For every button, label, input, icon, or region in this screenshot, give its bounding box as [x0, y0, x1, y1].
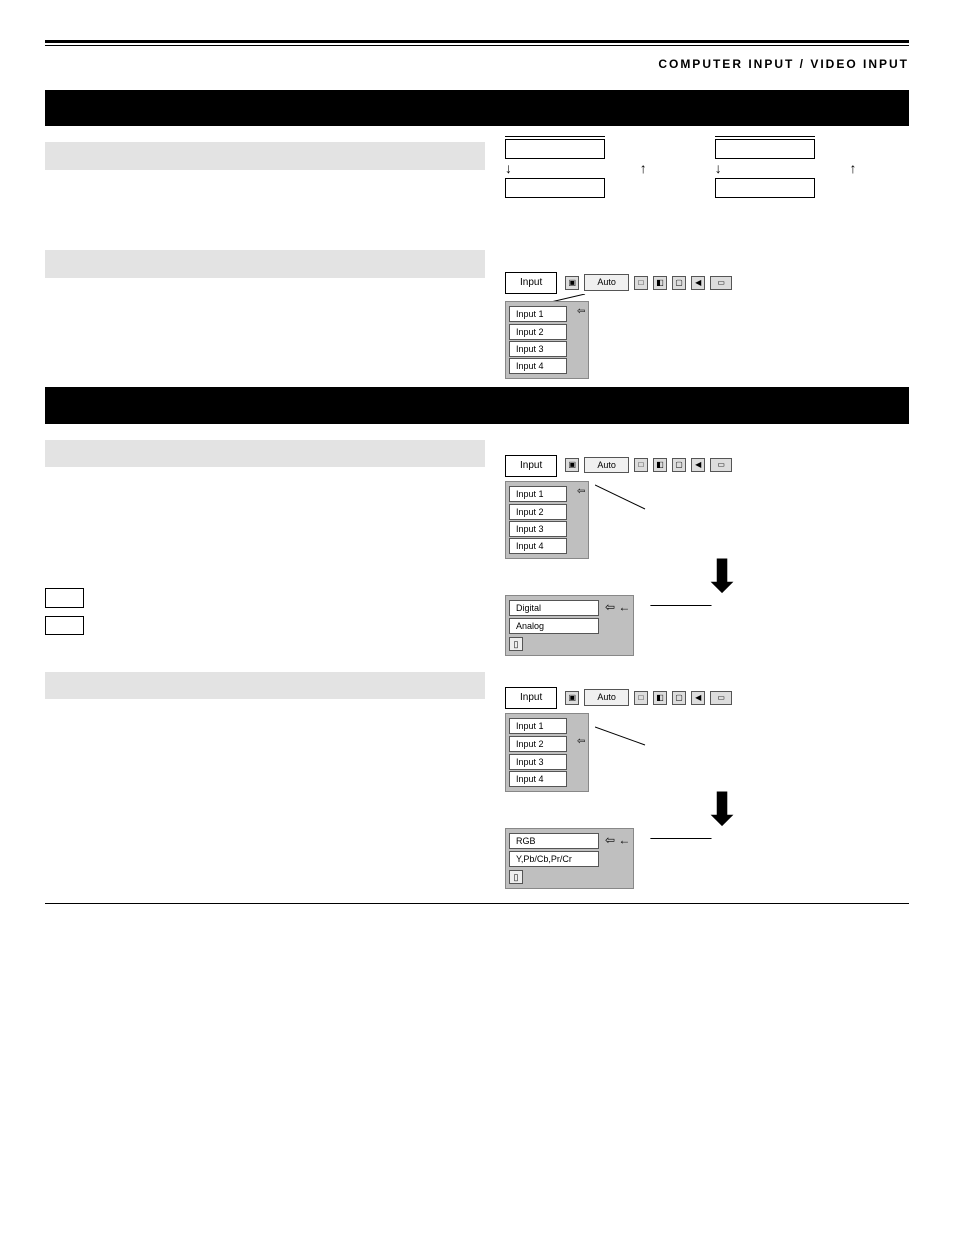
- osd-menu-bar-1: Input ▣ Auto □ ◧ ▢ ◀ ▭: [505, 272, 909, 294]
- sub-lamp-management: [45, 142, 485, 170]
- input-2-row: Input 2: [509, 324, 567, 340]
- digital-desc: [96, 586, 99, 600]
- osd-menu-bar-3: Input ▣ Auto □ ◧ ▢ ◀ ▭: [505, 687, 909, 709]
- i3a: □: [634, 691, 648, 705]
- source-select-label-1: [650, 595, 711, 609]
- lamp-mgmt-text: [45, 178, 485, 192]
- inputmenu-caption-1: [511, 442, 909, 456]
- page-header: COMPUTER INPUT / VIDEO INPUT: [45, 56, 909, 72]
- source-select-1: Digital ⇦ ← Analog ▯: [505, 595, 634, 656]
- osd-menu-bar-2: Input ▣ Auto □ ◧ ▢ ◀ ▭: [505, 455, 909, 477]
- arrow-icon: ⇦: [577, 305, 585, 319]
- icon-sq5: ▭: [710, 276, 732, 290]
- src-digital: Digital: [509, 600, 599, 616]
- i2c: ▢: [672, 458, 686, 472]
- i3c: ▢: [672, 691, 686, 705]
- menu-icon-2: ▣: [565, 458, 579, 472]
- i3d: ◀: [691, 691, 705, 705]
- auto-button-3: Auto: [584, 689, 629, 705]
- section-turning-on-off: [45, 90, 909, 126]
- pointer-line: [595, 479, 655, 519]
- menu-icon: ▣: [565, 276, 579, 290]
- ptr-arrow-icon: ⇦ ←: [605, 599, 630, 615]
- sub-selecting-input: [45, 250, 485, 278]
- i2a: □: [634, 458, 648, 472]
- pointer-line-3: [595, 711, 655, 751]
- input-button-2: Input: [505, 455, 557, 477]
- input-3-row: Input 3: [509, 341, 567, 357]
- icon-sq1: □: [634, 276, 648, 290]
- analog-desc: [96, 614, 99, 628]
- in4: Input 4: [509, 538, 567, 554]
- input-button: Input: [505, 272, 557, 294]
- in4b: Input 4: [509, 771, 567, 787]
- source-select-2: RGB ⇦ ← Y,Pb/Cb,Pr/Cr ▯: [505, 828, 634, 889]
- inputmenu-caption-2: [511, 674, 909, 688]
- lamp-diagram: ↓ ↑ ↓ ↑: [505, 136, 909, 200]
- top-rule: [45, 40, 909, 46]
- arrow-icon-3: ⇦: [577, 735, 585, 749]
- icon-sq2: ◧: [653, 276, 667, 290]
- src-rgb: RGB: [509, 833, 599, 849]
- in1b: Input 1: [509, 718, 567, 734]
- menu-icon-3: ▣: [565, 691, 579, 705]
- in2b: Input 2: [509, 736, 567, 752]
- input-list-2: Input 1 ⇦ Input 2 Input 3 Input 4: [505, 481, 589, 560]
- footer-left: [45, 908, 48, 922]
- sub-input1-dvi: [45, 440, 485, 468]
- i2d: ◀: [691, 458, 705, 472]
- section-selecting-computer-system: [45, 387, 909, 423]
- footer: [45, 903, 909, 922]
- digital-option-box: [45, 588, 84, 608]
- in2: Input 2: [509, 504, 567, 520]
- i2b: ◧: [653, 458, 667, 472]
- i3e: ▭: [710, 691, 732, 705]
- input-4-row: Input 4: [509, 358, 567, 374]
- sub-input2-bnc: [45, 672, 485, 700]
- icon-sq4: ◀: [691, 276, 705, 290]
- src-analog: Analog: [509, 618, 599, 634]
- input-list-3: Input 1 Input 2 ⇦ Input 3 Input 4: [505, 713, 589, 793]
- input-button-3: Input: [505, 687, 557, 709]
- i2e: ▭: [710, 458, 732, 472]
- auto-button-2: Auto: [584, 457, 629, 473]
- ptr-arrow-icon-2: ⇦ ←: [605, 832, 630, 848]
- down-arrow-icon-2: ⬇: [535, 796, 909, 824]
- input-1-row: Input 1: [509, 306, 567, 322]
- close-icon-2: ▯: [509, 870, 523, 884]
- input-list-1: Input 1 ⇦ Input 2 Input 3 Input 4: [505, 301, 589, 380]
- close-icon-1: ▯: [509, 637, 523, 651]
- auto-button: Auto: [584, 274, 629, 290]
- arrow-icon-2: ⇦: [577, 485, 585, 499]
- in3: Input 3: [509, 521, 567, 537]
- source-select-label-2: [650, 828, 711, 842]
- analog-option-box: [45, 616, 84, 636]
- i3b: ◧: [653, 691, 667, 705]
- src-ypbpr: Y,Pb/Cb,Pr/Cr: [509, 851, 599, 867]
- in1: Input 1: [509, 486, 567, 502]
- down-arrow-icon-1: ⬇: [535, 563, 909, 591]
- in3b: Input 3: [509, 754, 567, 770]
- icon-sq3: ▢: [672, 276, 686, 290]
- footer-page: [906, 908, 909, 922]
